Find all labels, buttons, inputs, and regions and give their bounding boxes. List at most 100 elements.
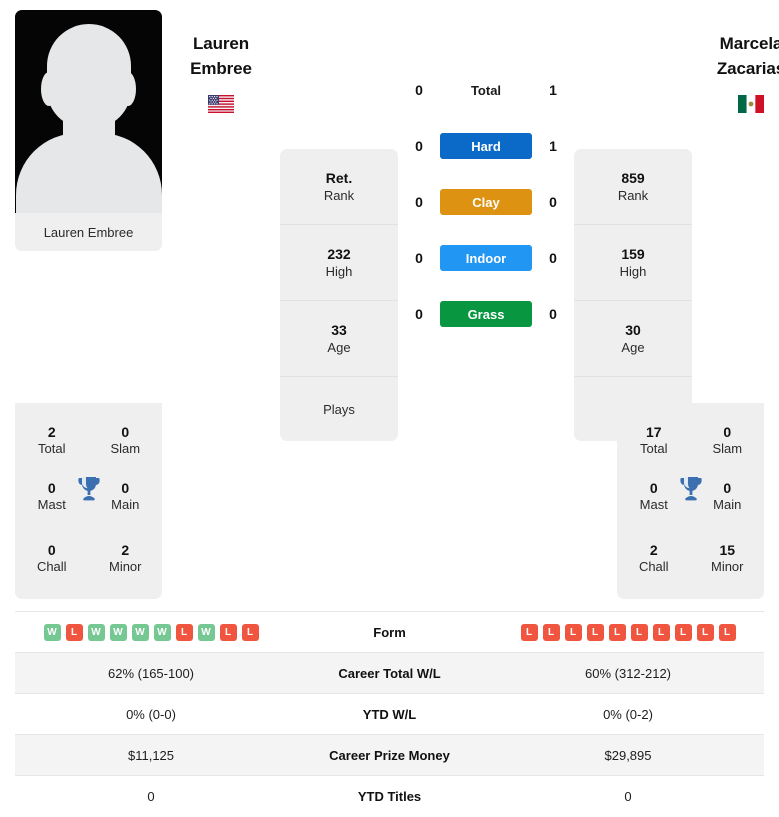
right-titles-mast-label: Mast bbox=[639, 497, 668, 512]
right-titles-main-value: 0 bbox=[723, 480, 732, 496]
right-titles-total-label: Total bbox=[640, 441, 668, 456]
form-badge-w: W bbox=[197, 623, 215, 641]
left-age-cell: 33 Age bbox=[280, 301, 398, 377]
right-age-value: 30 bbox=[625, 322, 641, 338]
left-player-name-block: Lauren Embree bbox=[162, 10, 280, 114]
trophy-icon bbox=[77, 477, 100, 501]
left-age-value: 33 bbox=[331, 322, 347, 338]
right-career-prize-money: $29,895 bbox=[492, 734, 764, 776]
right-titles-minor: 15 Minor bbox=[691, 533, 765, 583]
left-player-name: Lauren Embree bbox=[190, 32, 252, 81]
form-badge-l: L bbox=[175, 623, 193, 641]
form-badge-l: L bbox=[652, 623, 670, 641]
h2h-clay-left-score: 0 bbox=[415, 194, 423, 210]
right-titles-main-label: Main bbox=[713, 497, 742, 512]
left-player-photo bbox=[15, 10, 162, 213]
left-player-photo-caption: Lauren Embree bbox=[15, 213, 162, 251]
mx-flag-icon bbox=[738, 95, 764, 114]
left-titles-minor: 2 Minor bbox=[89, 533, 163, 583]
right-player-name-block: Marcela Zacarias bbox=[692, 10, 779, 114]
right-titles-chall: 2 Chall bbox=[617, 533, 691, 583]
h2h-row-total: 0 Total 1 bbox=[398, 62, 574, 118]
right-rank-cell: 859 Rank bbox=[574, 149, 692, 225]
right-form-cell: LLLLLLLLLL bbox=[492, 611, 764, 653]
right-titles-slam-label: Slam bbox=[712, 441, 743, 456]
table-row: $11,125 Career Prize Money $29,895 bbox=[15, 734, 764, 776]
form-badge-l: L bbox=[586, 623, 604, 641]
left-rank-label: Rank bbox=[323, 188, 355, 203]
left-high-cell: 232 High bbox=[280, 225, 398, 301]
trophy-icon bbox=[679, 477, 702, 501]
left-titles-minor-label: Minor bbox=[108, 559, 142, 574]
h2h-row-indoor: 0 Indoor 0 bbox=[398, 230, 574, 286]
h2h-grass-left-score: 0 bbox=[415, 306, 423, 322]
form-badge-w: W bbox=[109, 623, 127, 641]
form-badge-l: L bbox=[674, 623, 692, 641]
form-badge-w: W bbox=[87, 623, 105, 641]
left-player-photo-card[interactable]: Lauren Embree bbox=[15, 10, 162, 251]
right-high-value: 159 bbox=[621, 246, 645, 262]
form-badge-l: L bbox=[65, 623, 83, 641]
row-label-ytd-wl: YTD W/L bbox=[287, 693, 492, 735]
h2h-grass-pill[interactable]: Grass bbox=[440, 301, 532, 327]
left-titles-total: 2 Total bbox=[15, 415, 89, 465]
right-titles-total: 17 Total bbox=[617, 415, 691, 465]
left-plays-cell: Plays bbox=[280, 377, 398, 441]
form-badge-l: L bbox=[718, 623, 736, 641]
left-player-rank-stack: Ret. Rank 232 High 33 Age Plays bbox=[280, 149, 398, 441]
left-titles-mast-label: Mast bbox=[37, 497, 66, 512]
h2h-hard-pill[interactable]: Hard bbox=[440, 133, 532, 159]
left-titles-chall-label: Chall bbox=[36, 559, 67, 574]
right-career-total-wl: 60% (312-212) bbox=[492, 652, 764, 694]
h2h-row-clay: 0 Clay 0 bbox=[398, 174, 574, 230]
left-age-label: Age bbox=[327, 340, 351, 355]
left-player-last-name: Embree bbox=[190, 58, 252, 78]
right-form-strip: LLLLLLLLLL bbox=[500, 623, 756, 641]
left-rank-cell: Ret. Rank bbox=[280, 149, 398, 225]
h2h-row-hard: 0 Hard 1 bbox=[398, 118, 574, 174]
h2h-clay-right-score: 0 bbox=[549, 194, 557, 210]
comparison-stats-table: WLWWWWLWLL Form LLLLLLLLLL 62% (165-100)… bbox=[15, 611, 764, 817]
h2h-clay-pill[interactable]: Clay bbox=[440, 189, 532, 215]
right-high-cell: 159 High bbox=[574, 225, 692, 301]
form-badge-w: W bbox=[43, 623, 61, 641]
form-badge-l: L bbox=[564, 623, 582, 641]
left-titles-main-value: 0 bbox=[121, 480, 130, 496]
form-badge-l: L bbox=[608, 623, 626, 641]
right-titles-minor-label: Minor bbox=[710, 559, 744, 574]
head-to-head-surfaces: 0 Total 1 0 Hard 1 0 Clay 0 0 Indoor 0 0 bbox=[398, 10, 574, 342]
h2h-row-grass: 0 Grass 0 bbox=[398, 286, 574, 342]
us-flag-icon bbox=[208, 95, 234, 114]
left-form-cell: WLWWWWLWLL bbox=[15, 611, 287, 653]
table-row: 62% (165-100) Career Total W/L 60% (312-… bbox=[15, 652, 764, 694]
right-age-cell: 30 Age bbox=[574, 301, 692, 377]
form-badge-l: L bbox=[542, 623, 560, 641]
right-titles-slam-value: 0 bbox=[723, 424, 732, 440]
right-titles-total-value: 17 bbox=[645, 424, 662, 440]
right-player-last-name: Zacarias bbox=[716, 58, 779, 78]
right-rank-value: 859 bbox=[621, 170, 645, 186]
table-row: WLWWWWLWLL Form LLLLLLLLLL bbox=[15, 611, 764, 653]
left-player-first-name: Lauren bbox=[192, 34, 250, 53]
right-high-label: High bbox=[619, 264, 647, 279]
right-age-label: Age bbox=[621, 340, 645, 355]
left-titles-slam-label: Slam bbox=[110, 441, 141, 456]
left-player-titles-box: 2 Total 0 Slam 0 Mast 0 Main 0 Chall 2 M… bbox=[15, 403, 162, 599]
right-titles-mast-value: 0 bbox=[649, 480, 658, 496]
row-label-ytd-titles: YTD Titles bbox=[287, 775, 492, 817]
right-titles-chall-value: 2 bbox=[649, 542, 658, 558]
left-titles-slam: 0 Slam bbox=[89, 415, 163, 465]
right-ytd-titles: 0 bbox=[492, 775, 764, 817]
left-titles-total-label: Total bbox=[38, 441, 66, 456]
h2h-total-label: Total bbox=[470, 82, 502, 98]
left-titles-chall: 0 Chall bbox=[15, 533, 89, 583]
left-career-total-wl: 62% (165-100) bbox=[15, 652, 287, 694]
h2h-indoor-left-score: 0 bbox=[415, 250, 423, 266]
left-ytd-wl: 0% (0-0) bbox=[15, 693, 287, 735]
right-player-name: Marcela Zacarias bbox=[717, 32, 779, 81]
left-plays-label: Plays bbox=[323, 401, 355, 417]
h2h-indoor-pill[interactable]: Indoor bbox=[440, 245, 532, 271]
h2h-hard-right-score: 1 bbox=[549, 138, 557, 154]
player-comparison-page: Lauren Embree Lauren Embree Ret. Rank 23… bbox=[0, 0, 779, 817]
right-player-titles-box: 17 Total 0 Slam 0 Mast 0 Main 2 Chall 15… bbox=[617, 403, 764, 599]
